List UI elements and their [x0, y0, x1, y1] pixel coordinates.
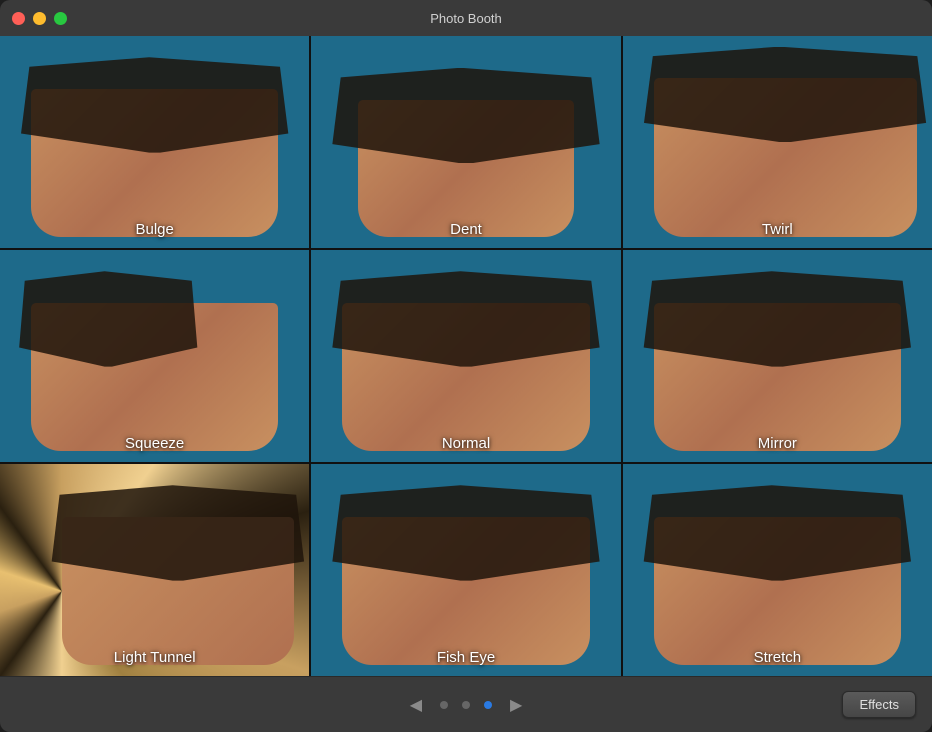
effect-label-dent: Dent — [311, 221, 620, 238]
effect-cell-squeeze[interactable]: Squeeze — [0, 250, 309, 462]
effects-grid: Bulge Dent Twirl Squeeze — [0, 36, 932, 676]
effect-cell-light-tunnel[interactable]: Light Tunnel — [0, 464, 309, 676]
effects-button[interactable]: Effects — [842, 691, 916, 718]
window-controls — [12, 12, 67, 25]
effect-cell-normal[interactable]: Normal — [311, 250, 620, 462]
close-button[interactable] — [12, 12, 25, 25]
page-dot-3[interactable] — [484, 701, 492, 709]
effect-label-light-tunnel: Light Tunnel — [0, 649, 309, 666]
pagination-controls: ◀ ▶ — [406, 691, 527, 719]
bottom-bar: ◀ ▶ Effects — [0, 676, 932, 732]
maximize-button[interactable] — [54, 12, 67, 25]
effect-cell-dent[interactable]: Dent — [311, 36, 620, 248]
prev-page-button[interactable]: ◀ — [406, 691, 426, 719]
effect-cell-twirl[interactable]: Twirl — [623, 36, 932, 248]
page-dot-2[interactable] — [462, 701, 470, 709]
page-dot-1[interactable] — [440, 701, 448, 709]
effect-cell-fish-eye[interactable]: Fish Eye — [311, 464, 620, 676]
effect-label-mirror: Mirror — [623, 435, 932, 452]
effect-cell-mirror[interactable]: Mirror — [623, 250, 932, 462]
effect-cell-stretch[interactable]: Stretch — [623, 464, 932, 676]
window-title: Photo Booth — [430, 11, 502, 26]
effect-label-twirl: Twirl — [623, 221, 932, 238]
effect-label-fish-eye: Fish Eye — [311, 649, 620, 666]
effect-label-normal: Normal — [311, 435, 620, 452]
effect-cell-bulge[interactable]: Bulge — [0, 36, 309, 248]
title-bar: Photo Booth — [0, 0, 932, 36]
effect-label-stretch: Stretch — [623, 649, 932, 666]
next-page-button[interactable]: ▶ — [506, 691, 526, 719]
effect-label-squeeze: Squeeze — [0, 435, 309, 452]
effect-label-bulge: Bulge — [0, 221, 309, 238]
minimize-button[interactable] — [33, 12, 46, 25]
